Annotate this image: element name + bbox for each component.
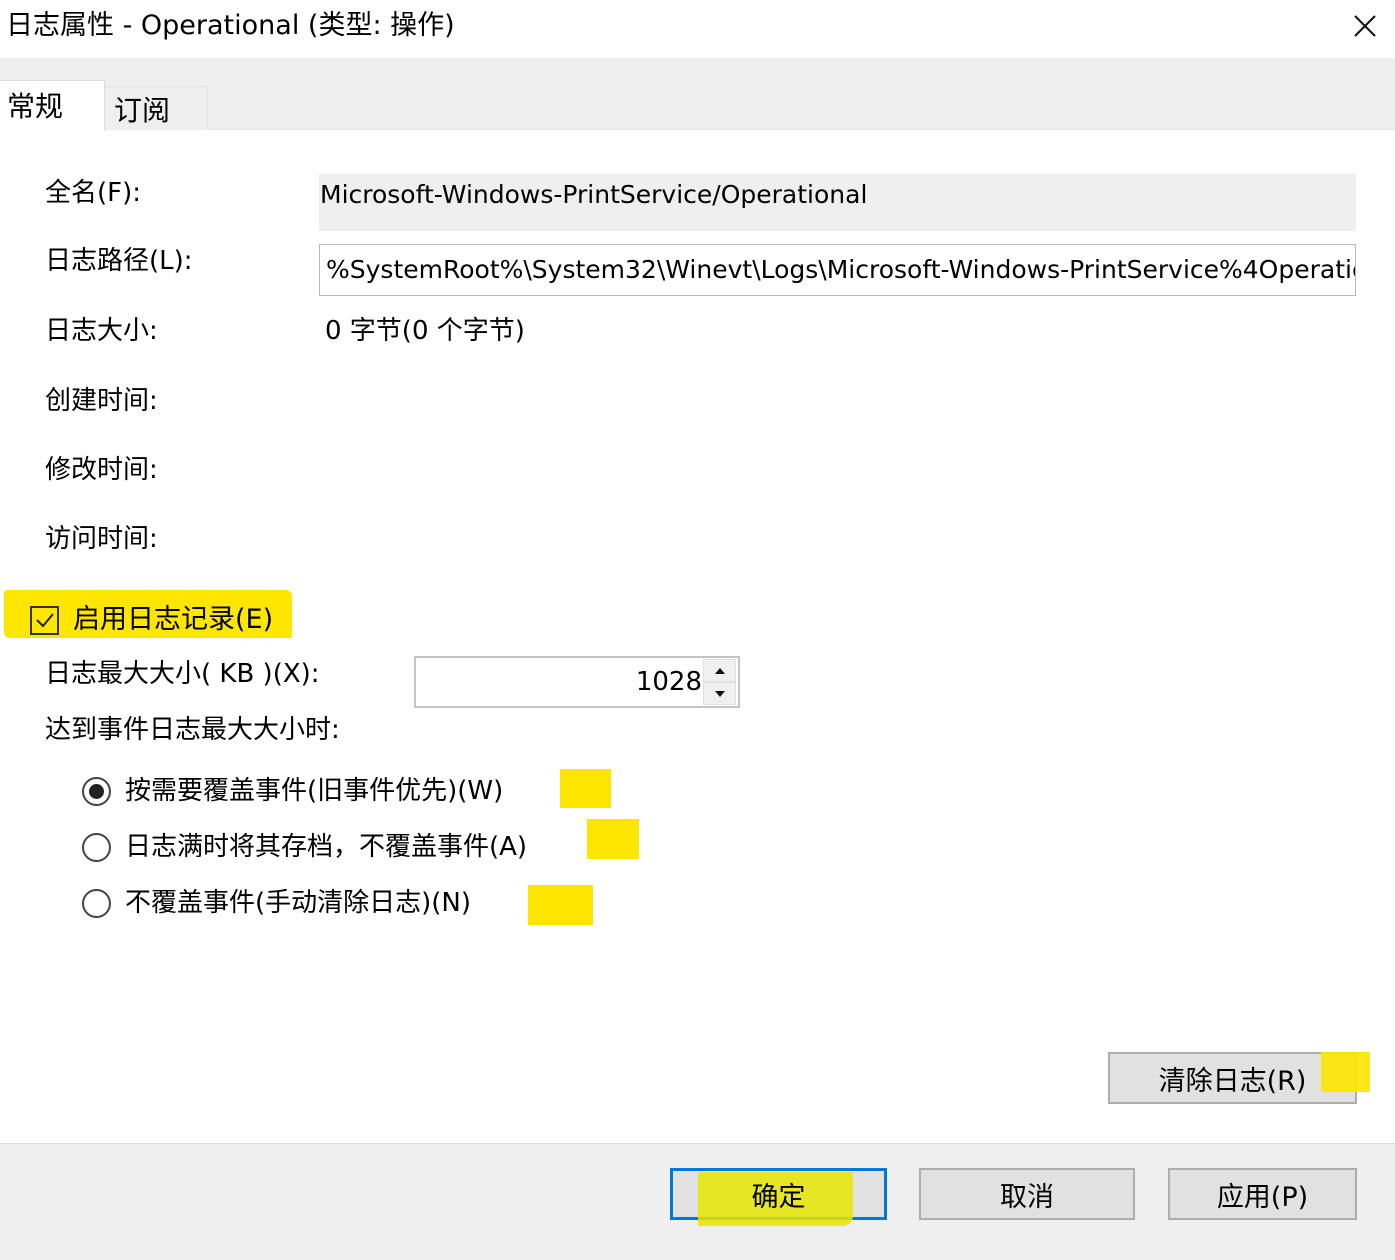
enable-logging-label: 启用日志记录(E) <box>73 604 274 635</box>
close-icon <box>1354 15 1376 37</box>
cancel-button[interactable]: 取消 <box>919 1168 1135 1220</box>
ok-label: 确定 <box>751 1181 806 1213</box>
highlight-marker <box>1321 1052 1370 1092</box>
clear-log-label: 清除日志(R) <box>1158 1065 1307 1097</box>
apply-label: 应用(P) <box>1216 1181 1309 1213</box>
radio-label: 不覆盖事件(手动清除日志)(N) <box>125 888 472 918</box>
highlight-marker <box>528 885 593 925</box>
enable-logging-checkbox-row[interactable]: 启用日志记录(E) <box>30 600 273 640</box>
clear-log-button[interactable]: 清除日志(R) <box>1108 1052 1357 1104</box>
tab-general-label: 常规 <box>7 90 64 123</box>
max-size-spinner[interactable] <box>414 656 740 708</box>
apply-button[interactable]: 应用(P) <box>1168 1168 1357 1220</box>
radio-button[interactable] <box>82 888 111 918</box>
close-button[interactable] <box>1335 0 1395 52</box>
log-path-field[interactable]: %SystemRoot%\System32\Winevt\Logs\Micros… <box>319 244 1356 296</box>
radio-label: 日志满时将其存档，不覆盖事件(A) <box>125 832 528 862</box>
tab-general[interactable]: 常规 <box>0 80 105 131</box>
arrow-down-icon <box>714 690 725 697</box>
created-time-label: 创建时间: <box>45 386 158 416</box>
max-size-label: 日志最大大小( KB )(X): <box>45 659 320 689</box>
full-name-field[interactable]: Microsoft-Windows-PrintService/Operation… <box>319 174 1356 231</box>
tab-subscription-label: 订阅 <box>114 94 171 127</box>
title-bar: 日志属性 - Operational (类型: 操作) <box>0 0 1395 58</box>
enable-logging-checkbox[interactable] <box>30 605 59 635</box>
spin-buttons <box>703 659 736 705</box>
when-max-label: 达到事件日志最大大小时: <box>45 715 340 745</box>
tab-subscription[interactable]: 订阅 <box>105 86 208 130</box>
general-panel: 全名(F): Microsoft-Windows-PrintService/Op… <box>0 130 1395 1143</box>
log-path-label: 日志路径(L): <box>45 246 193 276</box>
spin-down-button[interactable] <box>703 682 736 705</box>
tab-strip: 常规 订阅 <box>0 58 1395 131</box>
accessed-time-label: 访问时间: <box>45 524 158 554</box>
spin-up-button[interactable] <box>703 659 736 682</box>
arrow-up-icon <box>714 667 725 674</box>
full-name-label: 全名(F): <box>45 178 142 208</box>
max-size-input[interactable] <box>452 664 702 700</box>
radio-button[interactable] <box>82 776 111 806</box>
retention-option-overwrite[interactable]: 按需要覆盖事件(旧事件优先)(W) <box>82 771 503 811</box>
radio-selected-dot <box>89 783 104 799</box>
window-title: 日志属性 - Operational (类型: 操作) <box>6 10 455 41</box>
log-size-value: 0 字节(0 个字节) <box>325 316 525 346</box>
log-size-label: 日志大小: <box>45 316 158 346</box>
highlight-marker <box>560 769 611 808</box>
radio-label: 按需要覆盖事件(旧事件优先)(W) <box>125 776 504 806</box>
checkmark-icon <box>35 613 54 628</box>
retention-option-archive[interactable]: 日志满时将其存档，不覆盖事件(A) <box>82 827 527 867</box>
highlight-marker <box>587 819 639 859</box>
retention-option-manual[interactable]: 不覆盖事件(手动清除日志)(N) <box>82 883 471 923</box>
modified-time-label: 修改时间: <box>45 455 158 485</box>
cancel-label: 取消 <box>1000 1181 1054 1213</box>
radio-button[interactable] <box>82 832 111 862</box>
